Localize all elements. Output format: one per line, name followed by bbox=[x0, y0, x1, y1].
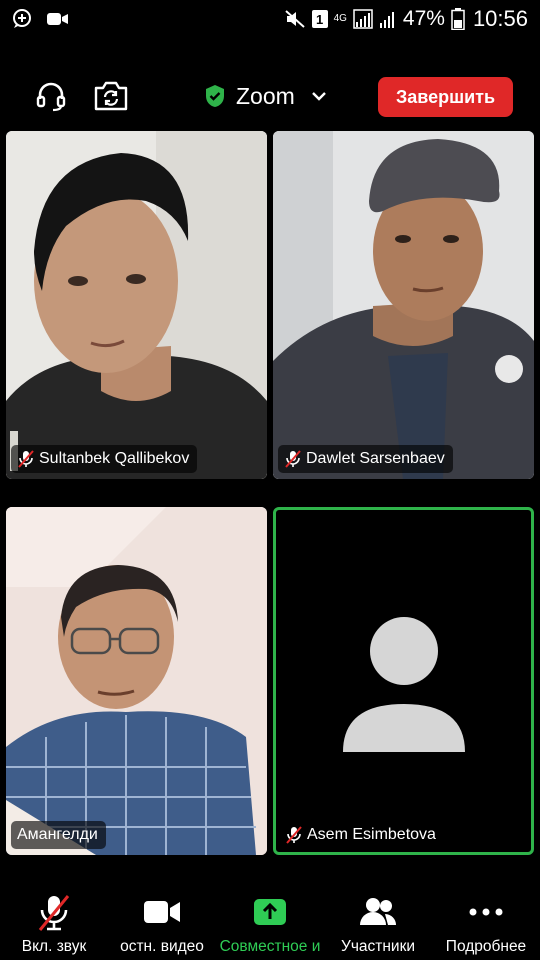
video-toggle-button[interactable]: остн. видео bbox=[108, 892, 216, 960]
share-screen-button[interactable]: Совместное и bbox=[216, 892, 324, 960]
end-meeting-button[interactable]: Завершить bbox=[378, 77, 513, 117]
battery-percent: 47% bbox=[402, 7, 445, 30]
switch-camera-icon[interactable] bbox=[91, 76, 131, 116]
participant-video-feed bbox=[6, 131, 267, 479]
network-type: 4G bbox=[333, 13, 347, 24]
avatar-placeholder-icon bbox=[343, 617, 465, 752]
battery-icon bbox=[451, 8, 465, 30]
participant-name: Dawlet Sarsenbaev bbox=[306, 450, 445, 467]
participants-button[interactable]: Участники bbox=[324, 892, 432, 960]
sim-badge: 1 bbox=[311, 10, 328, 28]
participant-name-tag: Asem Esimbetova bbox=[279, 821, 444, 849]
audio-headset-icon[interactable] bbox=[31, 76, 71, 116]
meeting-title: Zoom bbox=[236, 82, 295, 109]
participant-name-tag: Dawlet Sarsenbaev bbox=[278, 445, 453, 473]
participant-video-feed bbox=[273, 131, 534, 479]
signal-icon bbox=[353, 9, 373, 29]
more-label: Подробнее bbox=[445, 938, 527, 955]
participant-name-tag: Амангелди bbox=[11, 821, 106, 849]
chevron-down-icon bbox=[311, 90, 327, 102]
status-bar: 1 4G 47% 10:56 bbox=[0, 0, 540, 38]
video-call-icon bbox=[46, 10, 70, 28]
more-button[interactable]: Подробнее bbox=[432, 892, 540, 960]
video-camera-icon bbox=[142, 892, 182, 932]
unmute-button[interactable]: Вкл. звук bbox=[0, 892, 108, 960]
signal-icon: 4G bbox=[334, 14, 347, 24]
share-screen-label: Совместное и bbox=[219, 938, 321, 955]
participant-name: Амангелди bbox=[17, 826, 98, 843]
meeting-info-dropdown[interactable]: Zoom bbox=[204, 78, 327, 114]
participant-video-feed bbox=[6, 507, 267, 855]
participant-name: Asem Esimbetova bbox=[307, 826, 436, 843]
participant-video-tile[interactable]: Asem Esimbetova bbox=[273, 507, 534, 855]
unmute-label: Вкл. звук bbox=[21, 938, 87, 955]
participant-name: Sultanbek Qallibekov bbox=[39, 450, 190, 467]
share-screen-icon bbox=[251, 892, 289, 932]
participants-icon bbox=[358, 892, 398, 932]
mic-muted-icon bbox=[36, 892, 72, 932]
video-toggle-label: остн. видео bbox=[120, 938, 204, 955]
more-icon bbox=[468, 892, 504, 932]
clock: 10:56 bbox=[472, 6, 528, 31]
notification-icon bbox=[12, 8, 34, 30]
shield-check-icon bbox=[204, 84, 226, 108]
participants-label: Участники bbox=[340, 938, 416, 955]
mic-muted-icon bbox=[284, 449, 302, 469]
meeting-controls-bar: Вкл. звук остн. видео Совместное и Участ… bbox=[0, 892, 540, 960]
mic-muted-icon bbox=[285, 825, 303, 845]
signal-icon bbox=[379, 9, 397, 29]
meeting-top-bar: Zoom Завершить bbox=[0, 70, 540, 122]
participant-video-tile[interactable]: Dawlet Sarsenbaev bbox=[273, 131, 534, 479]
participant-video-tile[interactable]: Sultanbek Qallibekov bbox=[6, 131, 267, 479]
mute-icon bbox=[284, 9, 306, 29]
mic-muted-icon bbox=[17, 449, 35, 469]
participant-name-tag: Sultanbek Qallibekov bbox=[11, 445, 198, 473]
participant-video-tile[interactable]: Амангелди bbox=[6, 507, 267, 855]
